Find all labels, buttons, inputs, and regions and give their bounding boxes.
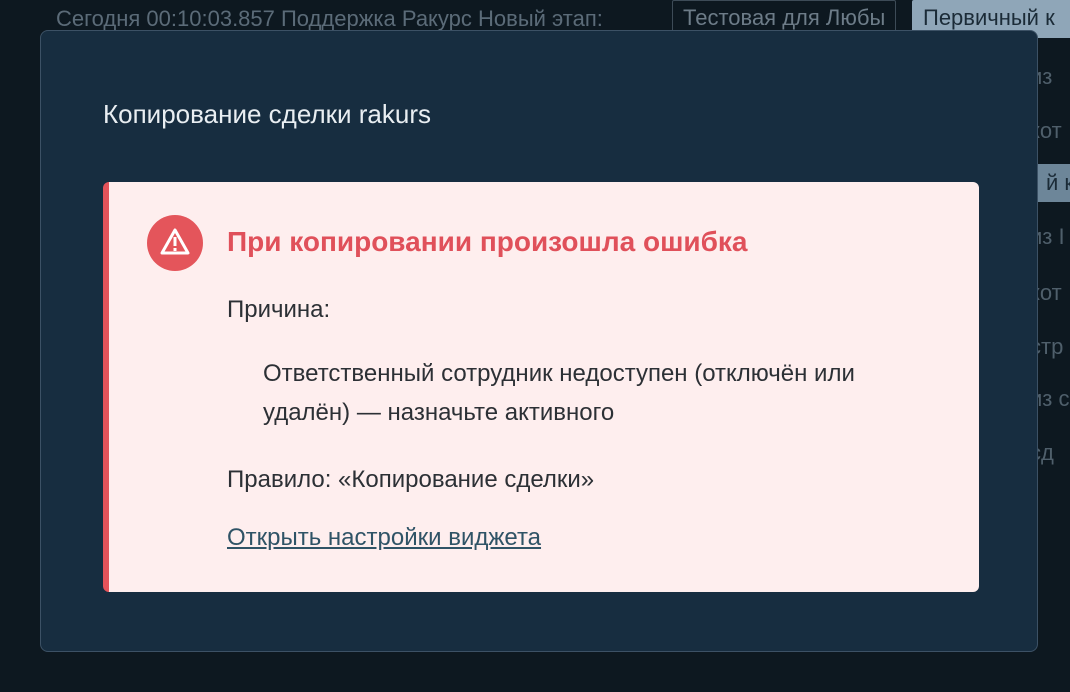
modal-title: Копирование сделки rakurs <box>103 99 431 129</box>
reason-text: Ответственный сотрудник недоступен (откл… <box>263 360 855 426</box>
warning-icon <box>147 215 203 271</box>
background-breadcrumb: Сегодня 00:10:03.857 Поддержка Ракурс Но… <box>56 6 603 31</box>
error-alert: При копировании произошла ошибка Причина… <box>103 182 979 592</box>
reason-label: Причина: <box>227 296 331 323</box>
rule-text: Правило: «Копирование сделки» <box>227 466 595 493</box>
error-title: При копировании произошла ошибка <box>227 226 748 257</box>
open-widget-settings-link[interactable]: Открыть настройки виджета <box>227 524 541 552</box>
copy-deal-modal: Копирование сделки rakurs При копировани… <box>40 30 1038 652</box>
background-row-highlighted: й к <box>1036 164 1070 202</box>
